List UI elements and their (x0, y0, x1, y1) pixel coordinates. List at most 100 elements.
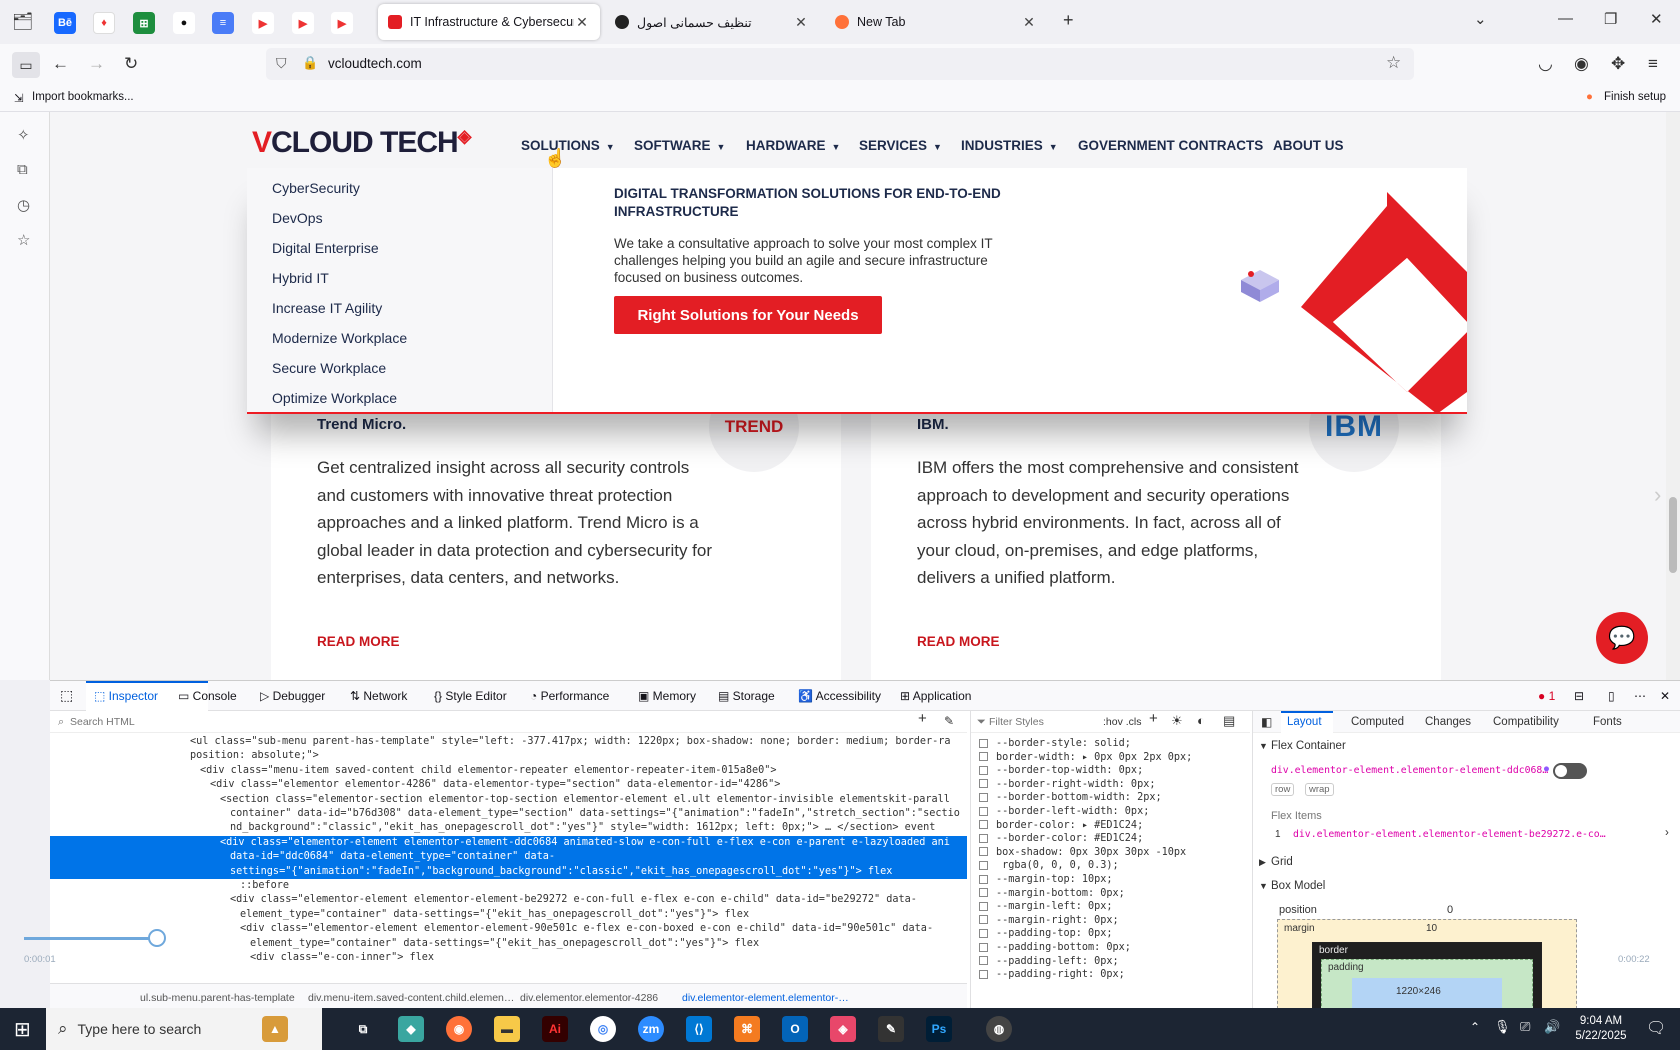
extensions-icon[interactable]: ✥ (1611, 54, 1625, 74)
chat-widget-button[interactable]: 💬 (1596, 612, 1648, 664)
windows-start-icon[interactable]: ⊞ (14, 1017, 31, 1042)
notifications-icon[interactable]: 🗨 (1646, 1018, 1666, 1038)
vcloudtech-logo[interactable]: VCLOUD TECH◈ (252, 126, 472, 160)
declaration-checkbox[interactable] (979, 942, 988, 952)
taskbar-chrome-icon[interactable]: ◎ (590, 1016, 616, 1042)
breadcrumb-item[interactable]: div.menu-item.saved-content.child.elemen… (308, 991, 514, 1005)
submenu-cybersecurity[interactable]: CyberSecurity (272, 180, 360, 196)
html-tree-row[interactable]: element_type="container" data-settings="… (50, 937, 967, 951)
css-declaration[interactable]: --padding-right: 0px; (979, 968, 1125, 982)
error-count-badge[interactable]: ● 1 (1538, 689, 1555, 703)
css-declaration[interactable]: --border-style: solid; (979, 737, 1131, 751)
submenu-optimize-workplace[interactable]: Optimize Workplace (272, 390, 397, 406)
sidebar-toggle-icon[interactable]: ▭ (12, 52, 40, 78)
declaration-checkbox[interactable] (979, 752, 988, 762)
tab-new-tab[interactable]: New Tab ✕ (825, 4, 1047, 40)
taskbar-clock[interactable]: 9:04 AM 5/22/2025 (1566, 1014, 1636, 1044)
html-tree-row[interactable]: <ul class="sub-menu parent-has-template"… (50, 735, 967, 749)
css-declaration[interactable]: --border-left-width: 0px; (979, 805, 1149, 819)
read-more-link[interactable]: READ MORE (917, 634, 1000, 649)
shield-icon[interactable]: ⛉ (276, 55, 287, 72)
submenu-increase-it-agility[interactable]: Increase IT Agility (272, 300, 382, 316)
pinned-tab-video-1[interactable]: ▶ (252, 12, 274, 34)
tray-chevron-up-icon[interactable]: ⌃ (1470, 1020, 1480, 1034)
devtools-tab-storage[interactable]: ▤ Storage (718, 689, 775, 703)
read-more-link[interactable]: READ MORE (317, 634, 400, 649)
subtab-computed[interactable]: Computed (1351, 716, 1404, 728)
taskbar-file-explorer-icon[interactable]: ▬ (494, 1016, 520, 1042)
flex-item-element[interactable]: div.elementor-element.elementor-element-… (1293, 829, 1606, 840)
devtools-tab-accessibility[interactable]: ♿ Accessibility (798, 689, 881, 703)
dark-mode-icon[interactable]: ◐ (1197, 714, 1205, 728)
taskbar-outlook-icon[interactable]: O (782, 1016, 808, 1042)
page-scrollbar[interactable] (1666, 112, 1680, 680)
account-icon[interactable]: ◉ (1574, 54, 1589, 74)
tab-list-icon[interactable]: 🗂 (12, 12, 34, 32)
html-tree-row[interactable]: container" data-id="b76d308" data-elemen… (50, 807, 967, 821)
eyedropper-icon[interactable]: ✎ (944, 714, 954, 728)
finish-setup-link[interactable]: Finish setup (1604, 91, 1666, 103)
flex-container-element[interactable]: div.elementor-element.elementor-element-… (1271, 765, 1548, 776)
css-declaration[interactable]: --border-color: #ED1C24; (979, 832, 1143, 846)
devtools-tab-inspector[interactable]: ⬚ Inspector (94, 689, 158, 703)
declaration-checkbox[interactable] (979, 874, 988, 884)
back-arrow-icon[interactable]: ← (52, 54, 69, 74)
tray-microphone-icon[interactable]: 🎙 (1494, 1019, 1511, 1035)
taskbar-app-5-icon[interactable]: ◍ (986, 1016, 1012, 1042)
menu-hamburger-icon[interactable]: ≡ (1648, 54, 1658, 74)
submenu-digital-enterprise[interactable]: Digital Enterprise (272, 240, 379, 256)
pinned-tab-sheets[interactable]: ⊞ (133, 12, 155, 34)
devtools-tab-console[interactable]: ▭ Console (178, 689, 237, 703)
html-tree-row-selected[interactable]: settings="{"animation":"fadeIn","backgro… (50, 864, 967, 879)
taskbar-widget-icon[interactable]: ▲ (262, 1016, 288, 1042)
pinned-tab-docs[interactable]: ≡ (212, 12, 234, 34)
declaration-checkbox[interactable] (979, 847, 988, 857)
taskbar-zoom-icon[interactable]: zm (638, 1016, 664, 1042)
breadcrumb-item[interactable]: ul.sub-menu.parent-has-template (140, 991, 295, 1005)
task-view-icon[interactable]: ⧉ (350, 1016, 376, 1042)
pinned-tab-video-2[interactable]: ▶ (292, 12, 314, 34)
taskbar-vscode-icon[interactable]: ⟨⟩ (686, 1016, 712, 1042)
chevron-right-icon[interactable]: › (1665, 827, 1669, 839)
declaration-checkbox[interactable] (979, 779, 988, 789)
subtab-changes[interactable]: Changes (1425, 716, 1471, 728)
taskbar-firefox-icon[interactable]: ◉ (446, 1016, 472, 1042)
element-picker-icon[interactable]: ⬚ (60, 687, 73, 704)
taskbar-illustrator-icon[interactable]: Ai (542, 1016, 568, 1042)
subtab-fonts[interactable]: Fonts (1593, 716, 1622, 728)
light-mode-sun-icon[interactable]: ☀ (1171, 714, 1183, 728)
html-tree-row[interactable]: position: absolute;"> (50, 749, 967, 763)
nav-solutions[interactable]: SOLUTIONS ▼ (521, 138, 615, 153)
breadcrumb-item-selected[interactable]: div.elementor-element.elementor-… (682, 991, 849, 1005)
declaration-checkbox[interactable] (979, 928, 988, 938)
devtools-more-icon[interactable]: ⋯ (1634, 689, 1646, 703)
declaration-checkbox[interactable] (979, 833, 988, 843)
html-tree-row-selected[interactable]: data-id="ddc0684" data-element_type="con… (50, 850, 967, 865)
devtools-tab-style-editor[interactable]: {} Style Editor (434, 689, 507, 703)
css-declaration[interactable]: border-width: ▸ 0px 0px 2px 0px; (979, 751, 1192, 765)
flexbox-highlight-toggle[interactable] (1553, 763, 1587, 779)
css-declaration[interactable]: --margin-bottom: 0px; (979, 887, 1125, 901)
subtab-compatibility[interactable]: Compatibility (1493, 716, 1559, 728)
close-devtools-icon[interactable]: ✕ (1660, 689, 1670, 703)
html-tree-row[interactable]: <div class="elementor-element elementor-… (50, 922, 967, 936)
url-bar[interactable]: ⛉ 🔒 vcloudtech.com ☆ (266, 48, 1414, 80)
submenu-secure-workplace[interactable]: Secure Workplace (272, 360, 386, 376)
expand-triangle-icon[interactable]: ▶ (1259, 857, 1266, 868)
video-seek-bar[interactable] (24, 937, 149, 940)
css-declaration[interactable]: --border-bottom-width: 2px; (979, 791, 1162, 805)
submenu-modernize-workplace[interactable]: Modernize Workplace (272, 330, 407, 346)
margin-top-value[interactable]: 10 (1426, 923, 1437, 934)
close-tab-icon[interactable]: ✕ (574, 14, 590, 31)
tab-arabic[interactable]: تنظیف حسمانی اصول ✕ (605, 4, 819, 40)
subtab-layout[interactable]: Layout (1287, 716, 1322, 728)
pinned-tab-github-icon[interactable]: ● (173, 12, 195, 34)
pseudo-class-toggles[interactable]: :hov .cls (1103, 715, 1142, 729)
declaration-checkbox[interactable] (979, 820, 988, 830)
nav-hardware[interactable]: HARDWARE ▼ (746, 138, 840, 153)
reload-icon[interactable]: ↻ (124, 54, 138, 74)
ai-chatbot-icon[interactable]: ✧ (17, 126, 30, 144)
history-icon[interactable]: ◷ (17, 196, 30, 214)
html-tree-row[interactable]: nd_background":"classic","ekit_has_onepa… (50, 821, 967, 835)
css-declaration[interactable]: --border-top-width: 0px; (979, 764, 1143, 778)
